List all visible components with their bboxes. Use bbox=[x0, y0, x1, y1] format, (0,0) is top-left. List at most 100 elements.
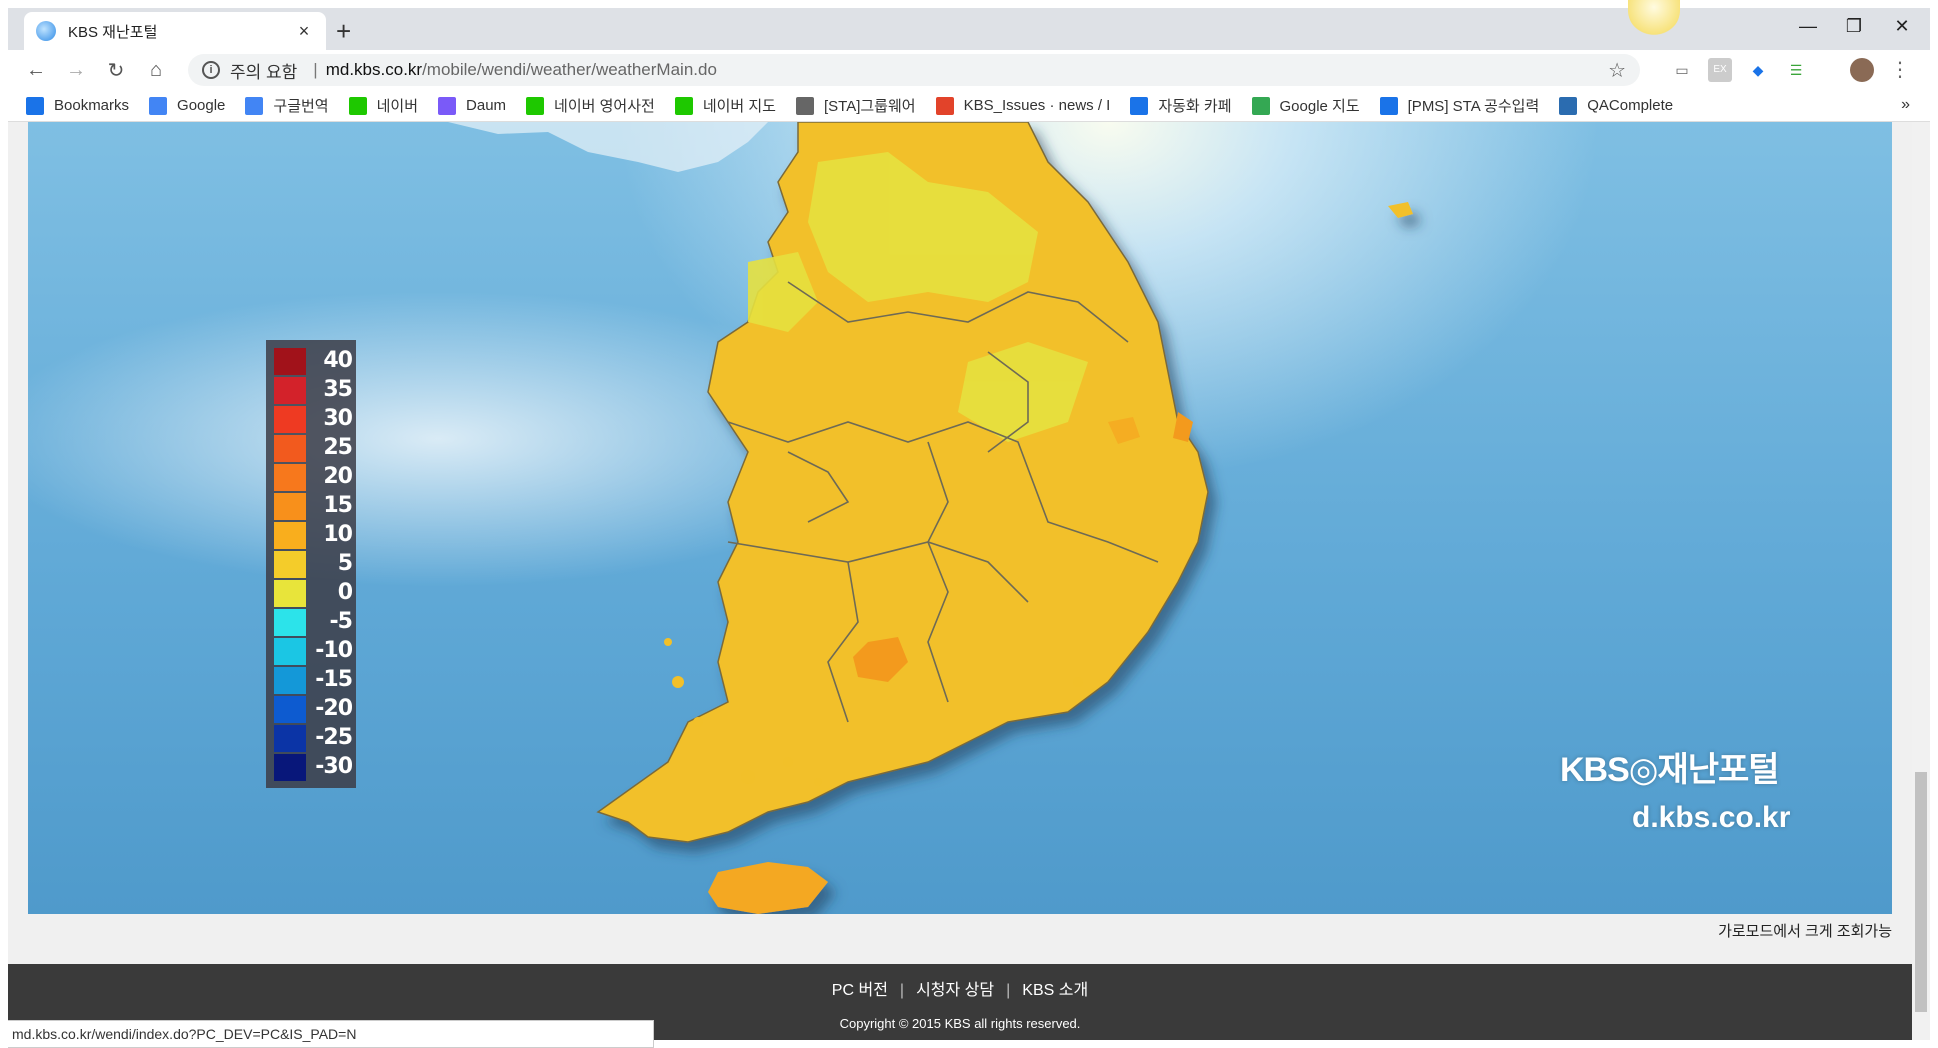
extension-ladder-icon[interactable]: ☰ bbox=[1784, 58, 1808, 82]
bookmark-label: 네이버 지도 bbox=[702, 98, 776, 115]
legend-row: -10 bbox=[272, 636, 354, 667]
bookmark-label: QAComplete bbox=[1587, 97, 1674, 114]
bookmark-item[interactable]: Bookmarks bbox=[26, 96, 129, 115]
bookmark-item[interactable]: 구글번역 bbox=[245, 95, 329, 116]
legend-swatch bbox=[274, 522, 306, 549]
toolbar: ← → ↻ ⌂ i 주의 요함 | md.kbs.co.kr/mobile/we… bbox=[8, 50, 1930, 90]
footer-link-pc[interactable]: PC 버전 bbox=[832, 982, 888, 999]
bookmark-label: 네이버 영어사전 bbox=[554, 98, 655, 115]
bookmarks-more-button[interactable]: » bbox=[1901, 96, 1910, 114]
bookmark-label: Daum bbox=[466, 97, 507, 114]
maximize-button[interactable]: ❐ bbox=[1834, 16, 1874, 37]
bookmark-item[interactable]: 네이버 bbox=[348, 95, 419, 116]
legend-label: -15 bbox=[315, 667, 353, 692]
legend-row: 40 bbox=[272, 346, 354, 377]
naver-icon bbox=[348, 96, 367, 115]
tab-title: KBS 재난포털 bbox=[68, 23, 158, 41]
security-warning: 주의 요함 bbox=[230, 62, 298, 82]
bookmark-label: Google 지도 bbox=[1279, 98, 1360, 115]
footer-link-viewer[interactable]: 시청자 상담 bbox=[916, 982, 994, 999]
legend-swatch bbox=[274, 406, 306, 433]
bookmark-label: 네이버 bbox=[376, 98, 419, 115]
legend-label: 20 bbox=[323, 464, 353, 489]
extension-ex-icon[interactable]: EX bbox=[1708, 58, 1732, 82]
legend-label: -20 bbox=[315, 696, 353, 721]
scrollbar[interactable] bbox=[1912, 122, 1930, 1040]
legend-label: 25 bbox=[323, 435, 353, 460]
page-content: 40 35 30 25 20 15 10 5 0 -5 -10 -15 -20 -25 -30 KBS◎재난… bbox=[8, 122, 1912, 1040]
legend-row: 35 bbox=[272, 375, 354, 406]
dict-icon bbox=[526, 96, 545, 115]
extension-cast-icon[interactable]: ▭ bbox=[1670, 58, 1694, 82]
pms-icon bbox=[1379, 96, 1398, 115]
daum-icon bbox=[438, 96, 457, 115]
extension-diamond-icon[interactable]: ◆ bbox=[1746, 58, 1770, 82]
home-button[interactable]: ⌂ bbox=[136, 59, 176, 82]
minimize-button[interactable]: — bbox=[1788, 16, 1828, 37]
footer-nav: PC 버전 | 시청자 상담 | KBS 소개 bbox=[8, 976, 1912, 1000]
url-host: md.kbs.co.kr bbox=[325, 60, 423, 79]
legend-swatch bbox=[274, 493, 306, 520]
browser-window: KBS 재난포털 × + — ❐ ✕ ← → ↻ ⌂ i 주의 요함 | md.… bbox=[8, 0, 1930, 1048]
legend-label: 40 bbox=[323, 348, 353, 373]
info-icon[interactable]: i bbox=[202, 61, 220, 79]
bookmark-item[interactable]: KBS_Issues · news / I bbox=[935, 96, 1111, 115]
naver-icon bbox=[674, 96, 693, 115]
footer-divider: | bbox=[899, 982, 905, 999]
menu-kebab-icon[interactable]: ⋮ bbox=[1888, 58, 1912, 82]
bookmark-star-icon[interactable]: ☆ bbox=[1608, 58, 1626, 83]
legend-label: 0 bbox=[337, 580, 353, 605]
bookmark-item[interactable]: 네이버 지도 bbox=[674, 95, 776, 116]
bookmark-label: [PMS] STA 공수입력 bbox=[1407, 98, 1540, 115]
bookmark-item[interactable]: 네이버 영어사전 bbox=[526, 95, 655, 116]
legend-swatch bbox=[274, 667, 306, 694]
bookmark-label: Google bbox=[177, 97, 226, 114]
address-bar[interactable]: i 주의 요함 | md.kbs.co.kr/mobile/wendi/weat… bbox=[188, 54, 1640, 86]
legend-swatch bbox=[274, 464, 306, 491]
sun-decoration bbox=[1628, 0, 1680, 36]
temperature-map: 40 35 30 25 20 15 10 5 0 -5 -10 -15 -20 -25 -30 KBS◎재난… bbox=[28, 122, 1892, 914]
bookmark-item[interactable]: QAComplete bbox=[1559, 96, 1674, 115]
legend-row: 5 bbox=[272, 549, 354, 580]
brand-url: d.kbs.co.kr bbox=[1632, 801, 1791, 834]
legend-swatch bbox=[274, 696, 306, 723]
tab-close-button[interactable]: × bbox=[294, 21, 314, 42]
bookmark-item[interactable]: Google bbox=[149, 96, 226, 115]
legend-row: -20 bbox=[272, 694, 354, 725]
legend-swatch bbox=[274, 377, 306, 404]
legend-label: -5 bbox=[329, 609, 353, 634]
star-icon bbox=[26, 96, 44, 115]
profile-avatar[interactable] bbox=[1850, 58, 1874, 82]
footer-divider: | bbox=[1006, 982, 1011, 999]
forward-button[interactable]: → bbox=[56, 59, 96, 82]
legend-label: -10 bbox=[315, 638, 353, 663]
footer-link-about[interactable]: KBS 소개 bbox=[1022, 982, 1088, 999]
legend-label: -25 bbox=[315, 725, 353, 750]
temperature-legend: 40 35 30 25 20 15 10 5 0 -5 -10 -15 -20 -25 -30 bbox=[266, 340, 356, 788]
legend-row: 20 bbox=[272, 462, 354, 493]
qa-icon bbox=[1559, 96, 1578, 115]
back-button[interactable]: ← bbox=[16, 59, 56, 82]
bookmark-label: KBS_Issues · news / I bbox=[963, 97, 1111, 114]
tab-kbs[interactable]: KBS 재난포털 × bbox=[24, 12, 326, 50]
close-window-button[interactable]: ✕ bbox=[1882, 16, 1922, 37]
legend-row: -5 bbox=[272, 607, 354, 638]
legend-row: 10 bbox=[272, 520, 354, 551]
legend-swatch bbox=[274, 348, 306, 375]
legend-label: 15 bbox=[323, 493, 353, 518]
scrollbar-thumb[interactable] bbox=[1915, 772, 1927, 1012]
legend-label: 10 bbox=[323, 522, 353, 547]
bookmark-item[interactable]: Daum bbox=[438, 96, 507, 115]
bookmark-label: 자동화 카페 bbox=[1158, 98, 1232, 115]
address-separator: | bbox=[313, 60, 318, 79]
bookmark-item[interactable]: [STA]그룹웨어 bbox=[795, 95, 916, 116]
legend-row: -30 bbox=[272, 752, 354, 783]
legend-row: -15 bbox=[272, 665, 354, 696]
reload-button[interactable]: ↻ bbox=[96, 58, 136, 83]
bookmark-item[interactable]: [PMS] STA 공수입력 bbox=[1379, 95, 1540, 116]
new-tab-button[interactable]: + bbox=[336, 18, 351, 44]
legend-row: 0 bbox=[272, 578, 354, 609]
bookmark-item[interactable]: Google 지도 bbox=[1251, 95, 1360, 116]
url-path: /mobile/wendi/weather/weatherMain.do bbox=[422, 60, 717, 79]
bookmark-item[interactable]: 자동화 카페 bbox=[1130, 95, 1232, 116]
